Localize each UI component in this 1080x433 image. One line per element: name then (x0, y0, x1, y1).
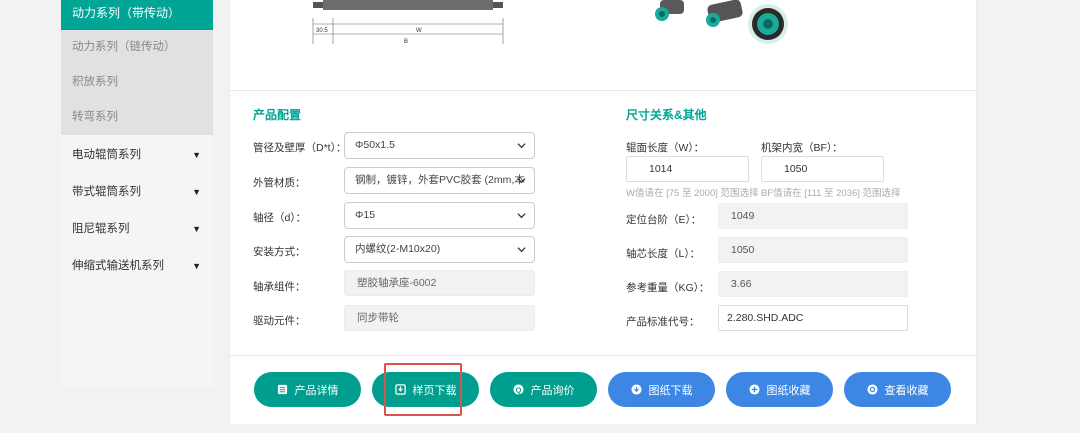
sidebar-subitem-curve[interactable]: 转弯系列 (61, 100, 213, 135)
button-label: 查看收藏 (884, 384, 929, 397)
sidebar-item-label: 伸缩式输送机系列 (72, 260, 164, 272)
caret-down-icon: ▼ (192, 261, 201, 271)
button-label: 图纸收藏 (766, 384, 811, 397)
select-tube-material[interactable]: 钢制，镀锌，外套PVC胶套 (2mm,本 (344, 167, 535, 194)
chevron-down-icon (517, 143, 526, 149)
field-bearing: 塑胶轴承座-6002 (344, 270, 535, 296)
sidebar-subitem-chain-drive[interactable]: 动力系列（链传动） (61, 30, 213, 65)
chevron-down-icon (517, 213, 526, 219)
select-value: 钢制，镀锌，外套PVC胶套 (2mm,本 (355, 174, 525, 186)
hint-frame-width: BF值请在 [111 至 2036] 范围选择 (761, 188, 901, 199)
sidebar-item-label: 阻尼辊系列 (72, 223, 130, 235)
label-tube-material: 外管材质： (253, 177, 306, 189)
view-favorites-button[interactable]: 查看收藏 (844, 372, 951, 407)
input-frame-width[interactable]: 1050 (761, 156, 884, 182)
select-value: Φ15 (355, 209, 376, 221)
sidebar-item-label: 电动辊筒系列 (72, 149, 141, 161)
caret-down-icon: ▼ (192, 150, 201, 160)
label-tube-diameter: 管径及壁厚（D*t）： (253, 142, 347, 154)
hint-roller-length: W值请在 [75 至 2000] 范围选择 (626, 188, 759, 199)
arrow-down-circle-icon (630, 384, 642, 395)
label-drive: 驱动元件： (253, 315, 306, 327)
button-label: 产品询价 (530, 384, 575, 397)
section-title-dimensions: 尺寸关系&其他 (626, 108, 707, 122)
highlight-annotation-box (384, 363, 462, 416)
button-label: 图纸下载 (648, 384, 693, 397)
product-inquiry-button[interactable]: Q 产品询价 (490, 372, 597, 407)
label-mounting: 安装方式： (253, 246, 306, 258)
sidebar-item-telescopic-conveyor[interactable]: 伸缩式输送机系列 ▼ (61, 248, 213, 285)
field-weight: 3.66 (718, 271, 908, 297)
select-value: 内螺纹(2-M10x20) (355, 243, 441, 255)
field-product-code: 2.280.SHD.ADC (718, 305, 908, 331)
sidebar-item-belt-roller[interactable]: 带式辊筒系列 ▼ (61, 174, 213, 211)
dim-label: W (416, 28, 422, 34)
input-roller-length[interactable]: 1014 (626, 156, 749, 182)
sidebar-item-active[interactable]: 动力系列（带传动） (61, 0, 213, 30)
select-mounting[interactable]: 内螺纹(2-M10x20) (344, 236, 535, 263)
label-frame-width: 机架内宽（BF）： (761, 142, 843, 154)
drawing-favorite-button[interactable]: 图纸收藏 (726, 372, 833, 407)
field-drive: 同步带轮 (344, 305, 535, 331)
label-product-code: 产品标准代号： (626, 316, 700, 328)
label-weight: 参考重量（KG）： (626, 282, 710, 294)
field-shaft-length: 1050 (718, 237, 908, 263)
sidebar-item-label: 带式辊筒系列 (72, 186, 141, 198)
caret-down-icon: ▼ (192, 224, 201, 234)
label-shaft-length: 轴芯长度（L）： (626, 248, 701, 260)
divider (230, 355, 976, 356)
select-value: Φ50x1.5 (355, 139, 395, 151)
select-shaft-diameter[interactable]: Φ15 (344, 202, 535, 229)
plus-circle-icon (748, 384, 760, 395)
drawing-download-button[interactable]: 图纸下载 (608, 372, 715, 407)
chevron-down-icon (517, 247, 526, 253)
product-config-card: 30.5 W B 产品配置 管径及壁厚（D*t）： Φ50x1.5 外管材质： … (229, 0, 977, 424)
divider (230, 90, 976, 91)
sidebar: 动力系列（带传动） 动力系列（链传动） 积放系列 转弯系列 电动辊筒系列 ▼ 带… (61, 0, 213, 388)
label-locating-step: 定位台阶（E）： (626, 214, 702, 226)
sidebar-subitem-accumulation[interactable]: 积放系列 (61, 65, 213, 100)
dim-label: 30.5 (316, 28, 328, 34)
sidebar-item-damping-roller[interactable]: 阻尼辊系列 ▼ (61, 211, 213, 248)
product-details-button[interactable]: 产品详情 (254, 372, 361, 407)
eye-circle-icon (866, 384, 878, 395)
roller-technical-drawing: 30.5 W B (312, 0, 504, 45)
chevron-down-icon (517, 178, 526, 184)
dim-label: B (404, 39, 408, 45)
sidebar-item-motorized-roller[interactable]: 电动辊筒系列 ▼ (61, 137, 213, 174)
caret-down-icon: ▼ (192, 187, 201, 197)
question-icon: Q (512, 384, 524, 395)
field-locating-step: 1049 (718, 203, 908, 229)
select-tube-diameter[interactable]: Φ50x1.5 (344, 132, 535, 159)
label-bearing: 轴承组件： (253, 281, 306, 293)
roller-product-images (655, 0, 788, 44)
label-roller-length: 辊面长度（W）： (626, 142, 705, 154)
label-shaft-diameter: 轴径（d）： (253, 212, 307, 224)
svg-text:Q: Q (515, 385, 521, 394)
section-title-config: 产品配置 (253, 108, 302, 122)
list-icon (277, 384, 287, 395)
button-label: 产品详情 (294, 384, 339, 397)
